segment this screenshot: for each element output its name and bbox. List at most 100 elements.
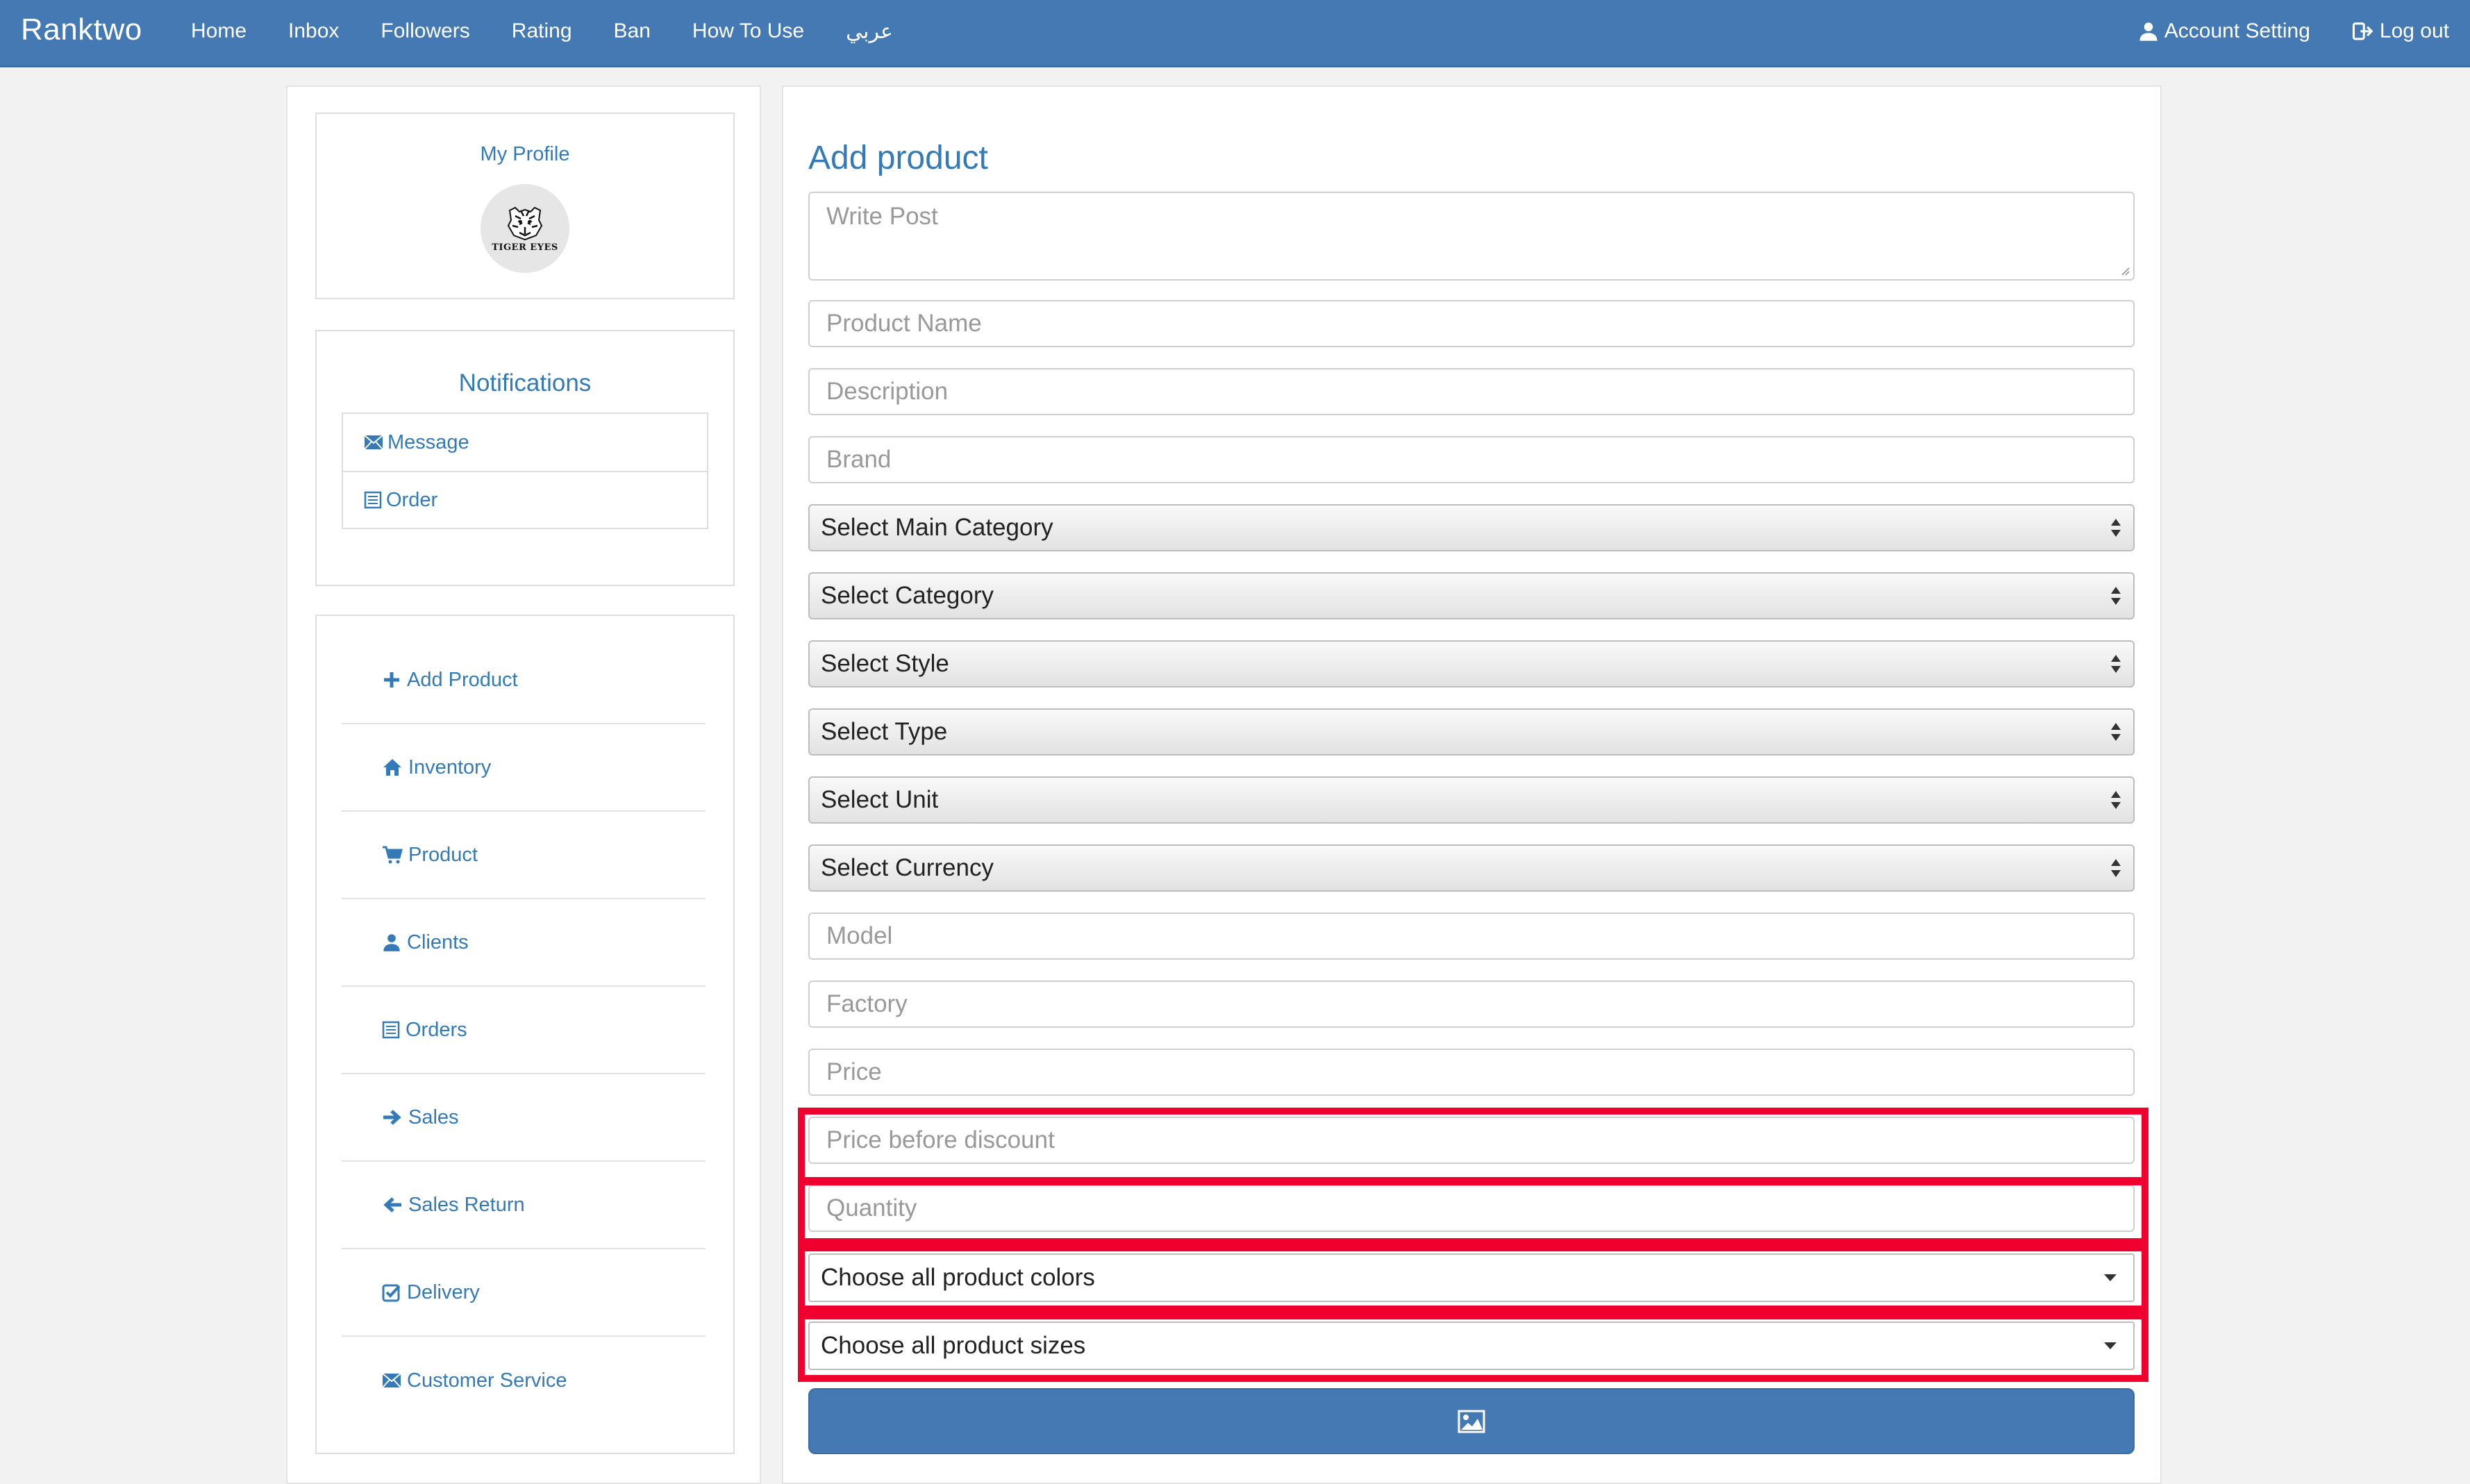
menu-orders[interactable]: Orders (342, 987, 706, 1074)
type-value: Select Type (821, 718, 948, 745)
home-icon (383, 759, 401, 776)
menu-sales-return[interactable]: Sales Return (342, 1162, 706, 1249)
quantity-placeholder: Quantity (826, 1194, 917, 1222)
notifications-panel: Notifications Message Order (315, 330, 735, 586)
my-profile-link[interactable]: My Profile (317, 143, 733, 166)
user-icon (2139, 22, 2158, 41)
nav-rating[interactable]: Rating (512, 19, 572, 43)
logout-label: Log out (2379, 19, 2449, 42)
main-category-value: Select Main Category (821, 514, 1053, 541)
select-arrows-icon (2111, 519, 2121, 537)
price-before-discount-placeholder: Price before discount (826, 1126, 1055, 1153)
image-icon (1458, 1410, 1485, 1433)
menu-inventory-label: Inventory (408, 756, 492, 778)
category-value: Select Category (821, 582, 994, 609)
left-sidebar: My Profile TIGER EYES Notifications Mess… (286, 85, 761, 1484)
main-category-select[interactable]: Select Main Category (808, 504, 2135, 551)
arrow-right-icon (383, 1110, 401, 1125)
type-select[interactable]: Select Type (808, 708, 2135, 756)
notification-message[interactable]: Message (343, 414, 707, 471)
factory-input[interactable]: Factory (808, 981, 2135, 1028)
envelope-icon (382, 1373, 401, 1388)
menu-sales-return-label: Sales Return (408, 1193, 525, 1216)
brand-logo[interactable]: Ranktwo (21, 12, 142, 47)
add-product-panel: Add product Write Post Product Name Desc… (782, 85, 2162, 1484)
chevron-down-icon (2104, 1274, 2117, 1281)
currency-select[interactable]: Select Currency (808, 844, 2135, 892)
unit-value: Select Unit (821, 786, 939, 813)
menu-sales[interactable]: Sales (342, 1074, 706, 1162)
model-input[interactable]: Model (808, 912, 2135, 960)
product-sizes-select[interactable]: Choose all product sizes (808, 1322, 2135, 1370)
category-select[interactable]: Select Category (808, 572, 2135, 619)
product-name-input[interactable]: Product Name (808, 300, 2135, 347)
resize-handle-icon[interactable] (2119, 265, 2130, 276)
check-square-icon (382, 1284, 401, 1302)
shopping-cart-icon (383, 846, 403, 864)
description-input[interactable]: Description (808, 368, 2135, 415)
upload-image-button[interactable] (808, 1388, 2135, 1454)
select-arrows-icon (2111, 723, 2121, 741)
style-select[interactable]: Select Style (808, 640, 2135, 687)
logout-link[interactable]: Log out (2352, 19, 2449, 43)
account-setting-label: Account Setting (2164, 19, 2310, 42)
notifications-title: Notifications (458, 369, 592, 397)
currency-value: Select Currency (821, 854, 994, 881)
logout-icon (2352, 22, 2373, 40)
menu-product[interactable]: Product (342, 812, 706, 899)
product-colors-value: Choose all product colors (821, 1264, 1095, 1291)
notification-message-label: Message (387, 431, 469, 453)
select-arrows-icon (2111, 587, 2121, 605)
avatar[interactable]: TIGER EYES (481, 184, 569, 273)
product-colors-select[interactable]: Choose all product colors (808, 1253, 2135, 1302)
account-setting-link[interactable]: Account Setting (2138, 19, 2310, 43)
product-sizes-value: Choose all product sizes (821, 1332, 1086, 1359)
price-input[interactable]: Price (808, 1049, 2135, 1096)
nav-arabic[interactable]: عربي (846, 19, 893, 44)
chevron-down-icon (2104, 1342, 2117, 1349)
brand-input[interactable]: Brand (808, 436, 2135, 483)
nav-how-to-use[interactable]: How To Use (692, 19, 804, 43)
menu-clients[interactable]: Clients (342, 899, 706, 987)
price-placeholder: Price (826, 1058, 882, 1085)
dashboard-menu-panel: Add Product Inventory Product Clients Or… (315, 615, 735, 1454)
menu-orders-label: Orders (406, 1018, 467, 1041)
notification-order[interactable]: Order (343, 471, 707, 528)
select-arrows-icon (2111, 859, 2121, 877)
envelope-icon (364, 435, 383, 450)
menu-add-product[interactable]: Add Product (342, 637, 706, 724)
factory-placeholder: Factory (826, 990, 908, 1017)
nav-followers[interactable]: Followers (381, 19, 469, 43)
menu-customer-service[interactable]: Customer Service (342, 1337, 706, 1424)
nav-home[interactable]: Home (191, 19, 247, 43)
product-name-placeholder: Product Name (826, 310, 982, 337)
profile-panel: My Profile TIGER EYES (315, 112, 735, 299)
notification-order-label: Order (386, 488, 438, 511)
description-placeholder: Description (826, 378, 949, 405)
menu-inventory[interactable]: Inventory (342, 724, 706, 812)
write-post-placeholder: Write Post (826, 203, 938, 230)
menu-customer-service-label: Customer Service (407, 1369, 567, 1392)
menu-clients-label: Clients (407, 931, 469, 953)
menu-product-label: Product (408, 843, 478, 866)
nav-ban[interactable]: Ban (614, 19, 651, 43)
arrow-left-icon (383, 1197, 401, 1212)
user-icon (383, 934, 400, 951)
dashboard-menu: Add Product Inventory Product Clients Or… (342, 637, 706, 1424)
price-before-discount-input[interactable]: Price before discount (808, 1117, 2135, 1164)
nav-links: Home Inbox Followers Rating Ban How To U… (191, 0, 935, 62)
plus-icon (384, 672, 399, 687)
unit-select[interactable]: Select Unit (808, 776, 2135, 824)
list-alt-icon (382, 1021, 400, 1039)
tiger-logo-icon (507, 206, 543, 240)
top-navbar: Ranktwo Home Inbox Followers Rating Ban … (0, 0, 2470, 67)
quantity-input[interactable]: Quantity (808, 1185, 2135, 1232)
avatar-logo-text: TIGER EYES (492, 242, 558, 253)
nav-right: Account Setting Log out (2096, 0, 2449, 62)
menu-add-product-label: Add Product (407, 668, 518, 691)
menu-delivery[interactable]: Delivery (342, 1249, 706, 1337)
write-post-textarea[interactable]: Write Post (808, 192, 2135, 281)
nav-inbox[interactable]: Inbox (288, 19, 339, 43)
brand-placeholder: Brand (826, 446, 892, 473)
notifications-list: Message Order (342, 412, 708, 529)
